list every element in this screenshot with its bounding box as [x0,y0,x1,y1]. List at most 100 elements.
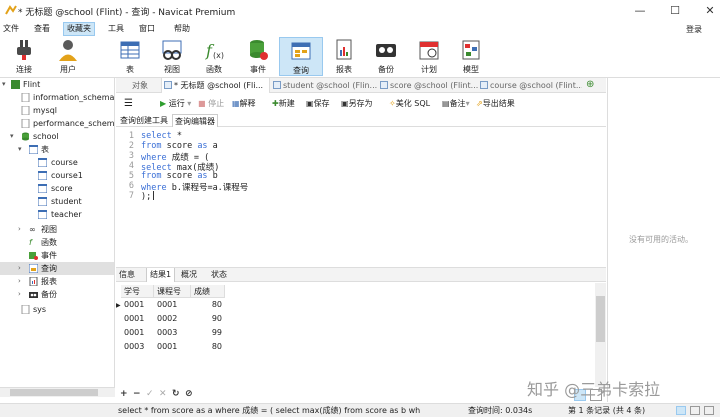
run-button[interactable]: ▶ 运行 ▾ [160,97,191,111]
table-cell[interactable]: 99 [191,326,225,339]
export-results-button[interactable]: ⇗导出结果 [476,97,515,111]
form-view-icon[interactable] [690,406,700,415]
table-cell[interactable]: 0003 [154,326,191,339]
text-view-icon[interactable] [704,406,714,415]
column-header[interactable]: 课程号 [154,285,191,298]
scrollbar-thumb[interactable] [596,296,605,342]
login-button[interactable]: 登录 [686,24,702,35]
delete-record-icon[interactable]: − [133,389,141,399]
tree-table-course[interactable]: course [0,156,114,169]
menu-view[interactable]: 查看 [31,22,53,36]
status-query-time: 查询时间: 0.034s [468,406,533,415]
tab-untitled-query[interactable]: * 无标题 @school (Fli... [161,78,270,93]
tab-query-editor[interactable]: 查询编辑器 [172,114,218,127]
save-button[interactable]: ▣保存 [306,97,330,111]
tab-info[interactable]: 信息 [116,268,138,282]
menu-help[interactable]: 帮助 [171,22,193,36]
tab-profile[interactable]: 概况 [178,268,200,282]
scrollbar-thumb[interactable] [10,389,98,396]
sidebar-horizontal-scrollbar[interactable] [0,387,115,397]
table-cell[interactable]: 0001 [154,340,191,353]
table-cell[interactable]: 0001 [121,312,154,325]
table-cell[interactable]: 0001 [154,298,191,311]
menu-file[interactable]: 文件 [0,22,22,36]
table-cell[interactable]: 0003 [121,340,154,353]
save-as-button[interactable]: ▣另存为 [341,97,373,111]
tree-views-folder[interactable]: › ∞ 视图 [0,223,114,236]
connect-button[interactable]: 连接 [2,37,46,76]
menu-hamburger-icon[interactable]: ☰ [124,97,133,111]
tree-table-student[interactable]: student [0,195,114,208]
tab-score[interactable]: score @school (Flint... [378,78,478,93]
tree-db-sys[interactable]: sys [0,303,114,316]
grid-view-icon[interactable] [676,406,686,415]
table-cell[interactable]: 80 [191,298,225,311]
view-button[interactable]: 视图 [150,37,194,76]
tree-backups-folder[interactable]: › 备份 [0,288,114,301]
column-header[interactable]: 学号 [121,285,154,298]
table-cell[interactable]: 0001 [121,326,154,339]
table-cell[interactable]: 0001 [121,298,154,311]
backup-button[interactable]: 备份 [364,37,408,76]
discard-icon[interactable]: ✕ [159,389,167,399]
maximize-button[interactable]: ☐ [667,3,683,19]
stop-refresh-icon[interactable]: ⊘ [185,389,193,399]
tab-result1[interactable]: 结果1 [146,268,176,282]
tree-table-score[interactable]: score [0,182,114,195]
menu-window[interactable]: 窗口 [136,22,158,36]
tree-table-course1[interactable]: course1 [0,169,114,182]
expand-arrow-icon[interactable]: ▾ [10,130,14,143]
tab-status[interactable]: 状态 [208,268,230,282]
tree-db-performance-schema[interactable]: performance_schema [0,117,114,130]
new-tab-icon[interactable]: ⊕ [586,79,598,91]
tab-course[interactable]: course @school (Flint... [478,78,582,93]
column-header[interactable]: 成绩 [191,285,225,298]
stop-button[interactable]: ■ 停止 [198,97,224,111]
expand-arrow-icon[interactable]: ▾ [18,143,22,156]
schedule-button[interactable]: 计划 [407,37,451,76]
event-button[interactable]: 事件 [236,37,280,76]
table-tab-icon [380,81,388,89]
sql-editor[interactable]: 1 2 3 4 5 6 7 select * from score as a w… [116,128,606,266]
comment-button[interactable]: ▤备注▾ [442,97,470,111]
function-button[interactable]: f (x) 函数 [192,37,236,76]
tree-connection-flint[interactable]: ▾ Flint [0,78,114,91]
refresh-icon[interactable]: ↻ [172,389,180,399]
table-cell[interactable]: 0002 [154,312,191,325]
model-label: 模型 [463,65,479,74]
tree-db-school[interactable]: ▾ school [0,130,114,143]
tree-table-teacher[interactable]: teacher [0,208,114,221]
collapse-arrow-icon[interactable]: › [18,262,21,275]
tree-reports-folder[interactable]: › 报表 [0,275,114,288]
report-button[interactable]: 报表 [322,37,366,76]
tree-db-mysql[interactable]: mysql [0,104,114,117]
menu-tools[interactable]: 工具 [105,22,127,36]
table-cell[interactable]: 80 [191,340,225,353]
tree-events-folder[interactable]: 事件 [0,249,114,262]
collapse-arrow-icon[interactable]: › [18,223,21,236]
tab-objects[interactable]: 对象 [130,78,160,93]
table-button[interactable]: 表 [108,37,152,76]
tab-query-builder[interactable]: 查询创建工具 [118,114,170,127]
sql-token: score [161,171,198,181]
table-cell[interactable]: 90 [191,312,225,325]
explain-button[interactable]: ▦解释 [232,97,256,111]
expand-arrow-icon[interactable]: ▾ [2,78,6,91]
collapse-arrow-icon[interactable]: › [18,275,21,288]
tree-functions-folder[interactable]: f 函数 [0,236,114,249]
add-record-icon[interactable]: + [120,389,128,399]
tab-student[interactable]: student @school (Flin... [271,78,378,93]
new-button[interactable]: ✚新建 [272,97,295,111]
tree-db-information-schema[interactable]: information_schema [0,91,114,104]
beautify-sql-button[interactable]: ✧美化 SQL [389,97,430,111]
tree-queries-folder[interactable]: › 查询 [0,262,114,275]
tree-tables-folder[interactable]: ▾ 表 [0,143,114,156]
model-button[interactable]: 模型 [449,37,493,76]
query-button[interactable]: 查询 [279,37,323,76]
close-button[interactable]: ✕ [702,3,718,19]
apply-icon[interactable]: ✓ [146,389,154,399]
minimize-button[interactable]: — [632,3,648,19]
user-button[interactable]: 用户 [46,37,90,76]
menu-favorites[interactable]: 收藏夹 [63,22,95,36]
collapse-arrow-icon[interactable]: › [18,288,21,301]
